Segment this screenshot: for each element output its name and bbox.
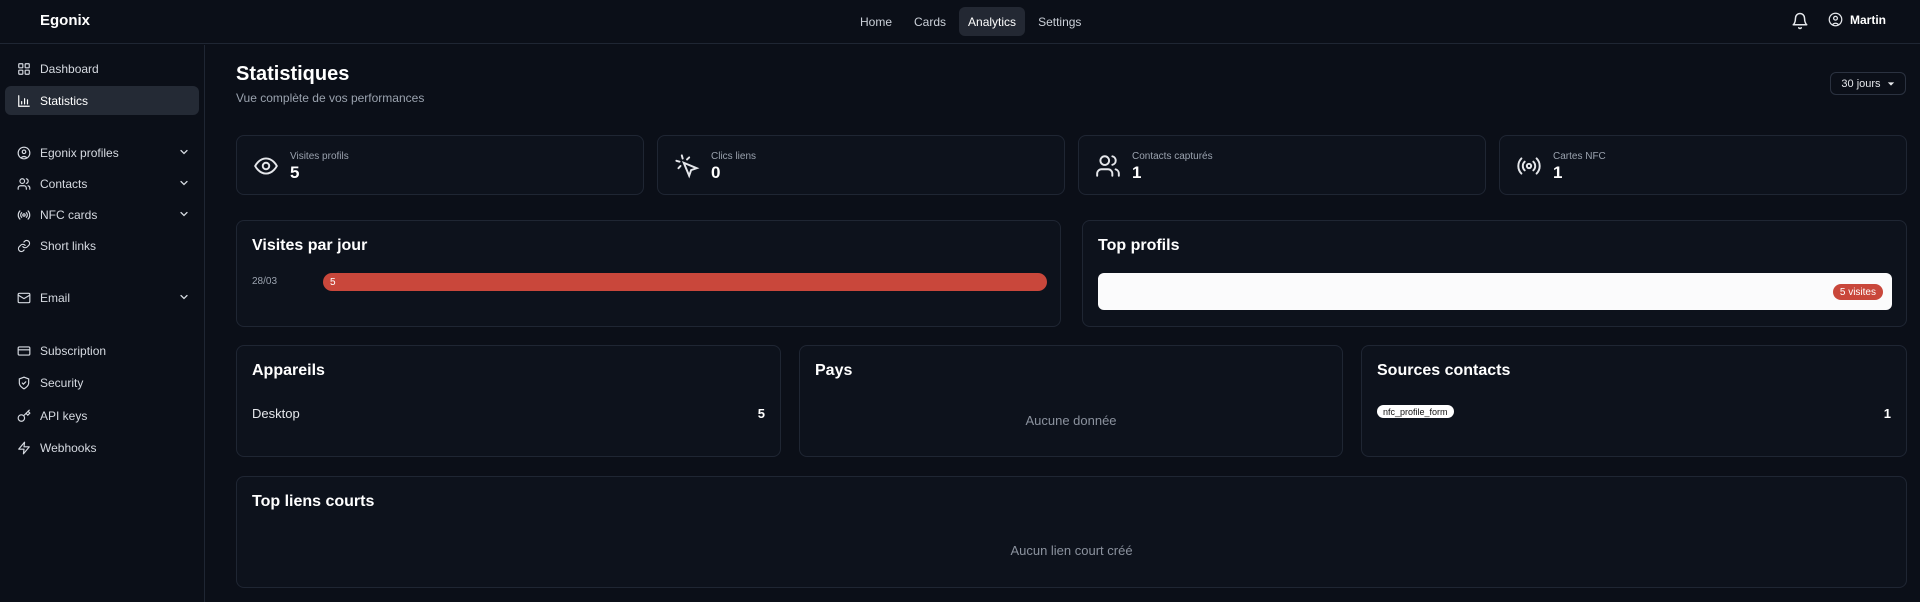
user-name: Martin <box>1850 12 1886 27</box>
bar-chart-icon <box>18 94 30 107</box>
chevron-down-icon <box>180 149 188 155</box>
empty-state: Aucun lien court créé <box>1010 543 1133 558</box>
contact-sources-card: Sources contacts nfc_profile_form 1 <box>1361 345 1907 457</box>
sidebar-item-label: API keys <box>40 408 88 423</box>
user-circle-icon <box>17 146 31 159</box>
top-profile-row[interactable]: 5 visites <box>1098 273 1892 310</box>
pointer-click-icon <box>675 154 700 179</box>
brand-logo[interactable]: Egonix <box>40 12 90 29</box>
sidebar-item-subscription[interactable]: Subscription <box>5 336 199 365</box>
sidebar-item-label: Egonix profiles <box>40 145 119 160</box>
sidebar-item-email[interactable]: Email <box>5 283 199 312</box>
empty-state: Aucune donnée <box>1025 413 1117 428</box>
sidebar-item-label: Contacts <box>40 176 88 191</box>
card-title: Appareils <box>252 362 325 379</box>
devices-card: Appareils Desktop 5 <box>236 345 781 457</box>
tab-analytics[interactable]: Analytics <box>959 7 1026 36</box>
credit-card-icon <box>17 345 31 356</box>
source-value: 1 <box>1883 406 1891 421</box>
shield-icon <box>18 376 30 389</box>
sidebar-item-webhooks[interactable]: Webhooks <box>5 433 199 462</box>
stat-label: Visites profils <box>290 151 349 162</box>
sidebar-item-label: Subscription <box>40 343 107 358</box>
stat-card-captured-contacts: Contacts capturés 1 <box>1078 135 1486 195</box>
stat-value: 5 <box>290 163 300 182</box>
visits-badge: 5 visites <box>1832 284 1883 300</box>
tab-cards[interactable]: Cards <box>905 7 955 36</box>
sidebar-item-contacts[interactable]: Contacts <box>5 169 199 198</box>
source-badge: nfc_profile_form <box>1377 405 1454 418</box>
grid-icon <box>18 62 30 75</box>
sidebar-item-egonix-profiles[interactable]: Egonix profiles <box>5 138 199 167</box>
day-label: 28/03 <box>252 276 278 287</box>
stat-card-profile-visits: Visites profils 5 <box>236 135 644 195</box>
sidebar-item-label: Dashboard <box>40 61 99 76</box>
stat-value: 0 <box>711 163 721 182</box>
sidebar-item-short-links[interactable]: Short links <box>5 231 199 260</box>
sidebar-item-label: Short links <box>40 238 97 253</box>
link-icon <box>17 239 31 252</box>
sidebar-item-label: NFC cards <box>40 207 98 222</box>
chevron-down-icon <box>180 180 188 186</box>
period-value: 30 jours <box>1841 77 1881 90</box>
page-title: Statistiques <box>236 63 350 85</box>
users-icon <box>17 177 31 190</box>
top-short-links-card: Top liens courts Aucun lien court créé <box>236 476 1907 588</box>
visits-per-day-card: Visites par jour 28/03 5 <box>236 220 1061 327</box>
device-label: Desktop <box>252 406 300 421</box>
visits-bar-track: 5 <box>323 273 1047 291</box>
mail-icon <box>17 292 31 303</box>
stat-label: Cartes NFC <box>1553 151 1606 162</box>
zap-icon <box>18 441 30 454</box>
stat-value: 1 <box>1132 163 1142 182</box>
top-profiles-card: Top profils 5 visites <box>1082 220 1907 327</box>
bell-icon[interactable] <box>1791 12 1809 30</box>
users-icon <box>1096 155 1120 177</box>
stat-label: Contacts capturés <box>1132 151 1213 162</box>
sidebar-item-statistics[interactable]: Statistics <box>5 86 199 115</box>
sidebar: Dashboard Statistics Egonix profiles Con… <box>0 45 205 602</box>
chevron-down-icon <box>180 294 188 300</box>
visits-bar-value: 5 <box>330 276 336 288</box>
eye-icon <box>254 157 278 175</box>
top-navbar: Egonix Home Cards Analytics Settings Mar… <box>0 0 1920 44</box>
stat-card-nfc-cards: Cartes NFC 1 <box>1499 135 1907 195</box>
nfc-signal-icon <box>1517 157 1541 175</box>
main-nav: Home Cards Analytics Settings <box>851 7 1090 36</box>
sidebar-item-api-keys[interactable]: API keys <box>5 401 199 430</box>
device-value: 5 <box>757 406 765 421</box>
visits-bar: 5 <box>323 273 1047 291</box>
main-content: Statistiques Vue complète de vos perform… <box>206 45 1920 602</box>
key-icon <box>17 409 31 422</box>
page-subtitle: Vue complète de vos performances <box>236 91 425 105</box>
period-select[interactable]: 30 jours <box>1830 72 1906 95</box>
card-title: Sources contacts <box>1377 362 1511 379</box>
sidebar-item-label: Security <box>40 375 84 390</box>
card-title: Top profils <box>1098 237 1180 254</box>
sidebar-item-nfc-cards[interactable]: NFC cards <box>5 200 199 229</box>
stat-label: Clics liens <box>711 151 757 162</box>
sidebar-item-label: Statistics <box>40 93 89 108</box>
countries-card: Pays Aucune donnée <box>799 345 1343 457</box>
stat-value: 1 <box>1553 163 1563 182</box>
tab-settings[interactable]: Settings <box>1029 7 1090 36</box>
sidebar-item-dashboard[interactable]: Dashboard <box>5 54 199 83</box>
stat-card-link-clicks: Clics liens 0 <box>657 135 1065 195</box>
nfc-icon <box>17 209 31 220</box>
sidebar-item-security[interactable]: Security <box>5 368 199 397</box>
tab-home[interactable]: Home <box>851 7 901 36</box>
sidebar-item-label: Email <box>40 290 71 305</box>
user-circle-icon <box>1828 12 1843 27</box>
sidebar-item-label: Webhooks <box>40 440 97 455</box>
card-title: Pays <box>815 362 853 379</box>
card-title: Top liens courts <box>252 493 375 510</box>
user-menu[interactable]: Martin <box>1828 12 1886 27</box>
card-title: Visites par jour <box>252 237 368 254</box>
caret-down-icon <box>1887 81 1894 86</box>
chevron-down-icon <box>180 211 188 217</box>
